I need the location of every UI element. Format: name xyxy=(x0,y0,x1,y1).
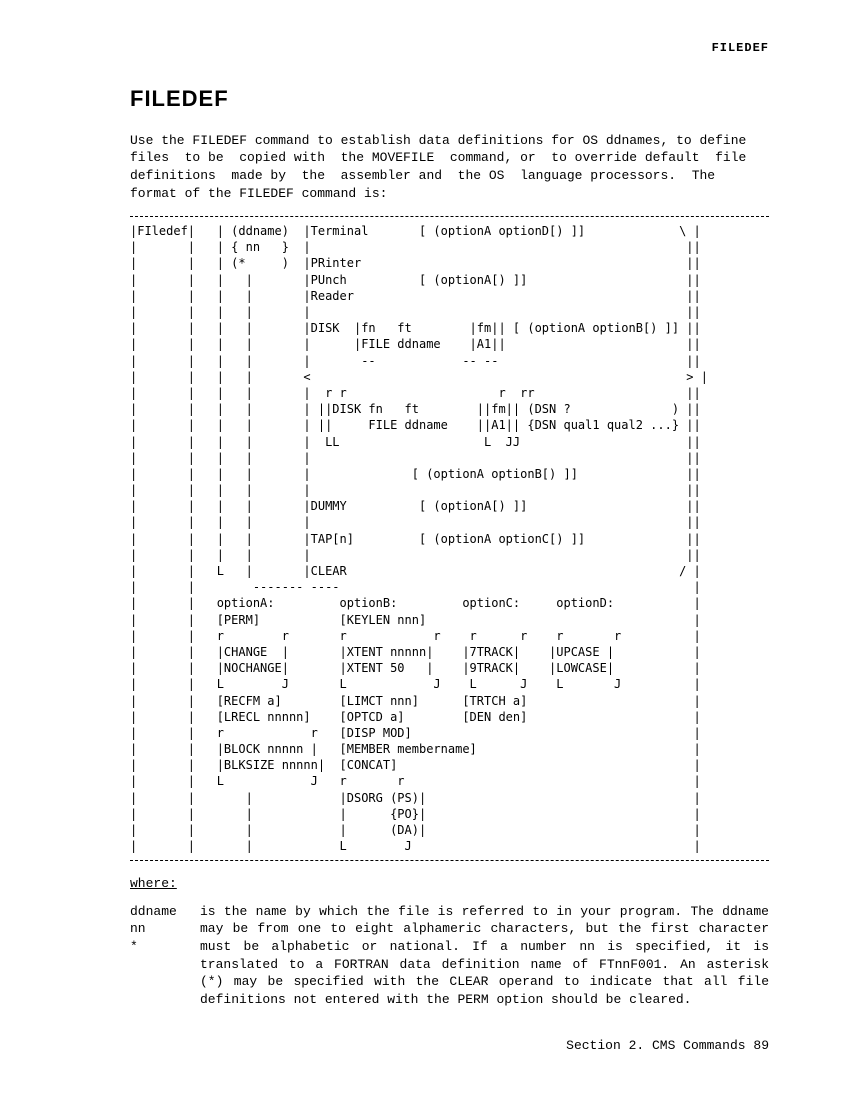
definition-row: ddname nn * is the name by which the fil… xyxy=(130,903,769,1008)
page: FILEDEF FILEDEF Use the FILEDEF command … xyxy=(0,0,849,1095)
page-footer: Section 2. CMS Commands 89 xyxy=(566,1037,769,1055)
definition-term: ddname nn * xyxy=(130,903,200,1008)
where-label: where: xyxy=(130,875,177,893)
running-head: FILEDEF xyxy=(130,40,769,56)
definition-body: is the name by which the file is referre… xyxy=(200,903,769,1008)
syntax-diagram: |FIledef| | (ddname) |Terminal [ (option… xyxy=(130,216,769,861)
page-title: FILEDEF xyxy=(130,84,769,114)
intro-paragraph: Use the FILEDEF command to establish dat… xyxy=(130,132,769,202)
